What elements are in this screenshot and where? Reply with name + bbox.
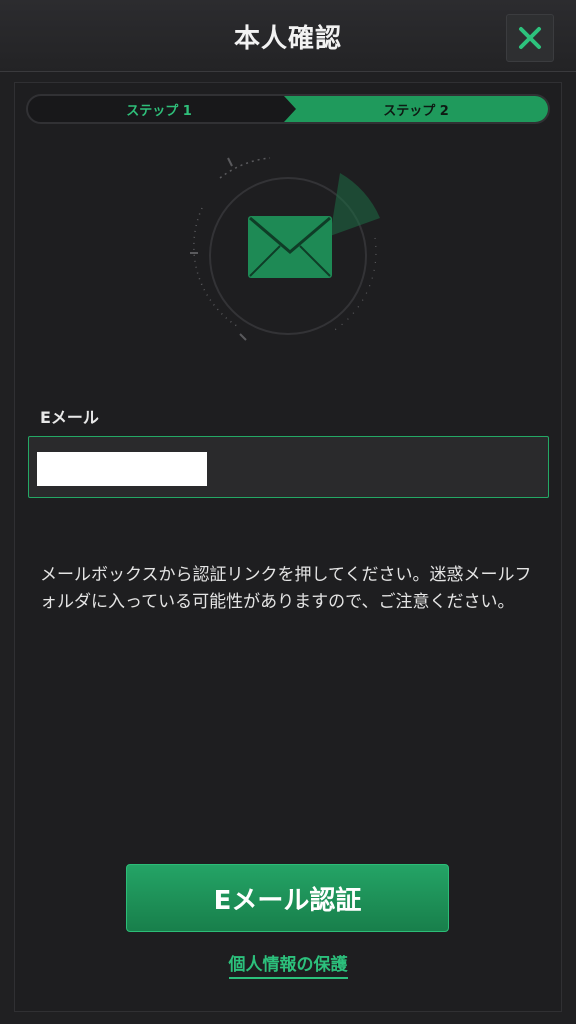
- email-input[interactable]: [29, 437, 548, 497]
- envelope-icon: [248, 216, 332, 278]
- close-icon: [519, 27, 541, 49]
- email-verify-button[interactable]: Eメール認証: [126, 864, 449, 932]
- privacy-link[interactable]: 個人情報の保護: [228, 955, 348, 979]
- email-label: Eメール: [40, 408, 99, 427]
- step-indicator: ステップ 1 ステップ 2: [26, 94, 550, 124]
- step-1: ステップ 1: [126, 103, 192, 119]
- notice-text: メールボックスから認証リンクを押してください。迷惑メールフォルダに入っている可能…: [40, 565, 532, 612]
- email-field[interactable]: [28, 436, 549, 498]
- close-button[interactable]: [506, 14, 554, 62]
- privacy-link-row: 個人情報の保護: [0, 950, 576, 979]
- step-2-active: ステップ 2: [284, 96, 548, 122]
- header-bar: 本人確認: [0, 0, 576, 72]
- envelope-emblem: [190, 157, 380, 341]
- screen: 本人確認 ステップ 1 ステップ 2 Eメール メールボックスから認証リンクを押…: [0, 0, 576, 1024]
- radar-sweep: [330, 173, 380, 236]
- page-title: 本人確認: [233, 24, 342, 54]
